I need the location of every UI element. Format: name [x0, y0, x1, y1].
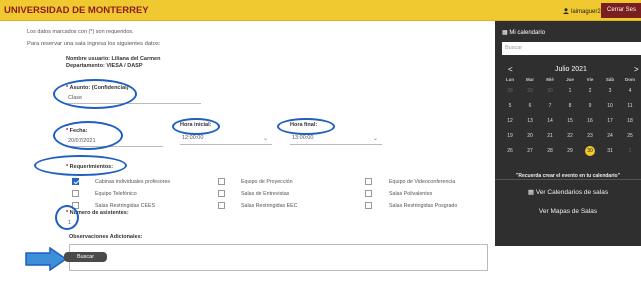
calendar-search-input[interactable]: Buscar [502, 42, 641, 55]
calendar-day[interactable]: 13 [520, 118, 540, 124]
required-note: Los datos marcados con (*) son requerido… [27, 29, 134, 35]
calendar-day[interactable]: 30 [540, 88, 560, 94]
requirement-label-5: Salas Polivalentes [389, 191, 433, 197]
requirement-label-7: Salas Restringidas EEC [241, 203, 298, 209]
requirement-checkbox-7[interactable] [218, 202, 225, 209]
calendar-month: Julio 2021 [555, 66, 587, 73]
calendar-day[interactable]: 21 [540, 133, 560, 139]
view-room-calendars-link[interactable]: ▦ Ver Calendarios de salas [495, 188, 641, 196]
calendar-day[interactable]: 19 [500, 133, 520, 139]
divider [495, 179, 641, 180]
calendar-icon: ▦ [527, 189, 535, 196]
calendar-day[interactable]: 3 [600, 88, 620, 94]
observaciones-textarea[interactable] [69, 244, 488, 271]
calendar-dow: Sáb [605, 77, 615, 82]
calendar-day[interactable]: 10 [600, 103, 620, 109]
calendar-title: ▦ Mi calendario [502, 30, 546, 36]
calendar-day[interactable]: 2 [580, 88, 600, 94]
calendar-day[interactable]: 12 [500, 118, 520, 124]
calendar-day[interactable]: 30 [580, 148, 600, 154]
requirement-label-3: Equipo Telefónico [95, 191, 137, 197]
calendar-day[interactable]: 28 [540, 148, 560, 154]
requirement-checkbox-0[interactable] [72, 178, 79, 185]
annotation-circle-hora-inicial [172, 118, 220, 135]
requirement-label-6: Salas Restringidas CEES [95, 203, 156, 209]
hora-inicial-value: 12:00:00 [182, 135, 204, 141]
calendar-day[interactable]: 1 [620, 148, 640, 154]
view-room-maps-link[interactable]: Ver Mapas de Salas [495, 208, 641, 215]
chevron-down-icon: ⌄ [372, 136, 378, 142]
requirement-label-4: Salas de Entrevistas [241, 191, 290, 197]
calendar-dow: Lun [505, 77, 515, 82]
annotation-circle-asistentes [55, 205, 79, 230]
requirement-label-0: Cabinas individuales profesores [95, 179, 171, 185]
department-info: Departamento: VIESA / DASP [66, 63, 143, 69]
calendar-nav: < Julio 2021 > [495, 65, 641, 77]
calendar-day[interactable]: 15 [560, 118, 580, 124]
calendar-day[interactable]: 28 [500, 88, 520, 94]
annotation-circle-fecha [53, 121, 123, 150]
top-bar: UNIVERSIDAD DE MONTERREY laimaguer2 Cerr… [0, 0, 641, 21]
user-menu[interactable]: laimaguer2 [563, 7, 601, 15]
annotation-circle-asunto [53, 79, 137, 109]
requirement-checkbox-3[interactable] [72, 190, 79, 197]
requirement-label-2: Equipo de Videoconferencia [389, 179, 456, 185]
annotation-circle-requerimientos [34, 155, 127, 176]
calendar-day[interactable]: 26 [500, 148, 520, 154]
requirement-checkbox-8[interactable] [365, 202, 372, 209]
calendar-day[interactable]: 1 [560, 88, 580, 94]
logout-button[interactable]: Cerrar Ses [601, 3, 641, 18]
calendar-day[interactable]: 5 [500, 103, 520, 109]
requirement-checkbox-4[interactable] [218, 190, 225, 197]
calendar-day[interactable]: 20 [520, 133, 540, 139]
calendar-day[interactable]: 17 [600, 118, 620, 124]
calendar-sidebar: ▦ Mi calendario Buscar < Julio 2021 > Lu… [495, 21, 641, 246]
user-icon [563, 8, 569, 14]
calendar-day[interactable]: 27 [520, 148, 540, 154]
user-name-info: Nombre usuario: Liliana del Carmen [66, 56, 161, 62]
calendar-day[interactable]: 11 [620, 103, 640, 109]
calendar-day[interactable]: 23 [580, 133, 600, 139]
chevron-down-icon: ⌄ [262, 136, 268, 142]
brand-title: UNIVERSIDAD DE MONTERREY [4, 5, 149, 16]
calendar-day[interactable]: 31 [600, 148, 620, 154]
calendar-icon: ▦ [502, 30, 508, 36]
user-name: laimaguer2 [571, 9, 601, 15]
calendar-day[interactable]: 18 [620, 118, 640, 124]
calendar-day[interactable]: 7 [540, 103, 560, 109]
annotation-circle-hora-final [277, 118, 335, 135]
buscar-button[interactable]: Buscar [64, 252, 107, 262]
calendar-day[interactable]: 4 [620, 88, 640, 94]
calendar-day[interactable]: 29 [520, 88, 540, 94]
annotation-arrow-icon [25, 247, 68, 271]
calendar-day[interactable]: 25 [620, 133, 640, 139]
hora-final-value: 13:00:00 [292, 135, 314, 141]
requirement-label-8: Salas Restringidas Posgrado [389, 203, 458, 209]
calendar-dow: Mié [546, 77, 554, 82]
calendar-day[interactable]: 16 [580, 118, 600, 124]
calendar-day[interactable]: 29 [560, 148, 580, 154]
requirement-checkbox-5[interactable] [365, 190, 372, 197]
calendar-day[interactable]: 8 [560, 103, 580, 109]
calendar-day[interactable]: 9 [580, 103, 600, 109]
observaciones-label: Observaciones Adicionales: [69, 234, 143, 240]
calendar-day[interactable]: 6 [520, 103, 540, 109]
calendar-day[interactable]: 22 [560, 133, 580, 139]
form-intro: Para reservar una sala ingresa los sigui… [27, 41, 161, 47]
calendar-day[interactable]: 24 [600, 133, 620, 139]
requirement-checkbox-1[interactable] [218, 178, 225, 185]
next-month-button[interactable]: > [634, 65, 639, 74]
calendar-dow: Dom [625, 77, 635, 82]
prev-month-button[interactable]: < [508, 65, 513, 74]
requirement-label-1: Equipo de Proyección [241, 179, 293, 185]
calendar-dow: Mar [525, 77, 534, 82]
requirement-checkbox-2[interactable] [365, 178, 372, 185]
calendar-dow: Vie [586, 77, 594, 82]
calendar-dow: Jue [566, 77, 574, 82]
calendar-day[interactable]: 14 [540, 118, 560, 124]
